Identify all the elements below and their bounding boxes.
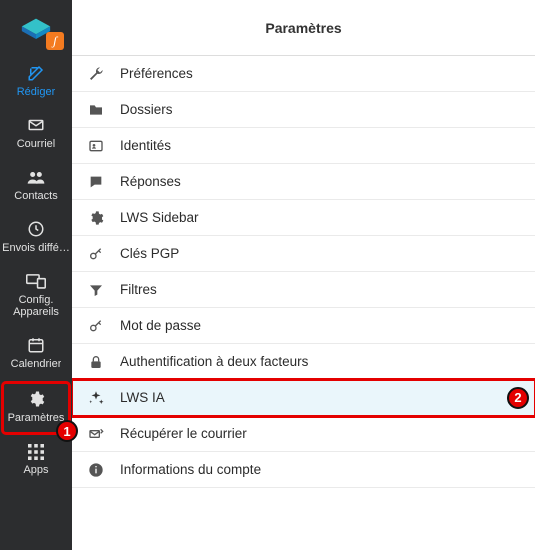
settings-item-retrieve-mail[interactable]: Récupérer le courrier [72,416,535,452]
apps-grid-icon [28,444,44,460]
gear-icon [27,390,45,408]
settings-item-lws-ia[interactable]: LWS IA 2 [72,380,535,416]
calendar-icon [27,336,45,354]
sidebar-item-calendar[interactable]: Calendrier [0,328,72,380]
settings-item-filters[interactable]: Filtres [72,272,535,308]
sidebar-item-label: Paramètres [8,412,65,424]
id-card-icon [86,138,106,154]
cog-icon [86,210,106,226]
sidebar-item-contacts[interactable]: Contacts [0,160,72,212]
sidebar: ʃ Rédiger Courriel Contacts [0,0,72,550]
sidebar-item-label: Courriel [17,138,56,150]
settings-item-password[interactable]: Mot de passe [72,308,535,344]
main-panel: Paramètres Préférences Dossiers Identité… [72,0,535,550]
key-icon [86,246,106,262]
sidebar-item-label: Envois diffé… [2,242,70,254]
sidebar-item-mail[interactable]: Courriel [0,108,72,160]
settings-item-label: Réponses [120,174,521,189]
settings-item-label: Dossiers [120,102,521,117]
speech-icon [86,174,106,190]
settings-item-folders[interactable]: Dossiers [72,92,535,128]
folder-icon [86,102,106,118]
settings-item-2fa[interactable]: Authentification à deux facteurs [72,344,535,380]
settings-item-lws-sidebar[interactable]: LWS Sidebar [72,200,535,236]
info-icon [86,462,106,478]
clock-icon [27,220,45,238]
settings-item-label: LWS Sidebar [120,210,521,225]
settings-item-responses[interactable]: Réponses [72,164,535,200]
sidebar-item-apps[interactable]: Apps [0,436,72,486]
contacts-icon [26,168,46,186]
settings-item-label: Authentification à deux facteurs [120,354,521,369]
retrieve-icon [86,426,106,442]
settings-item-label: LWS IA [120,390,521,405]
settings-item-label: Mot de passe [120,318,521,333]
settings-item-label: Informations du compte [120,462,521,477]
settings-item-pgp[interactable]: Clés PGP [72,236,535,272]
sidebar-item-label: Apps [23,464,48,476]
devices-icon [26,272,46,290]
brand-badge-icon: ʃ [46,32,64,50]
sidebar-item-label: Rédiger [17,86,56,98]
settings-item-preferences[interactable]: Préférences [72,56,535,92]
wrench-icon [86,66,106,82]
key-icon [86,318,106,334]
lock-icon [86,354,106,370]
filter-icon [86,282,106,298]
sidebar-item-label: Config. Appareils [2,294,70,318]
settings-item-label: Clés PGP [120,246,521,261]
settings-item-account-info[interactable]: Informations du compte [72,452,535,488]
sidebar-item-compose[interactable]: Rédiger [0,56,72,108]
mail-icon [27,116,45,134]
settings-item-label: Identités [120,138,521,153]
sidebar-item-settings[interactable]: Paramètres 1 [2,382,70,434]
sidebar-item-label: Calendrier [11,358,62,370]
app-logo: ʃ [0,0,72,56]
sidebar-item-devices[interactable]: Config. Appareils [0,264,72,328]
sidebar-item-label: Contacts [14,190,57,202]
compose-icon [27,64,45,82]
settings-item-label: Filtres [120,282,521,297]
settings-item-label: Récupérer le courrier [120,426,521,441]
settings-list: Préférences Dossiers Identités Réponses [72,56,535,550]
sparkle-icon [86,389,106,407]
page-title: Paramètres [72,0,535,56]
callout-badge: 2 [507,387,529,409]
settings-item-label: Préférences [120,66,521,81]
sidebar-item-scheduled[interactable]: Envois diffé… [0,212,72,264]
settings-item-identities[interactable]: Identités [72,128,535,164]
